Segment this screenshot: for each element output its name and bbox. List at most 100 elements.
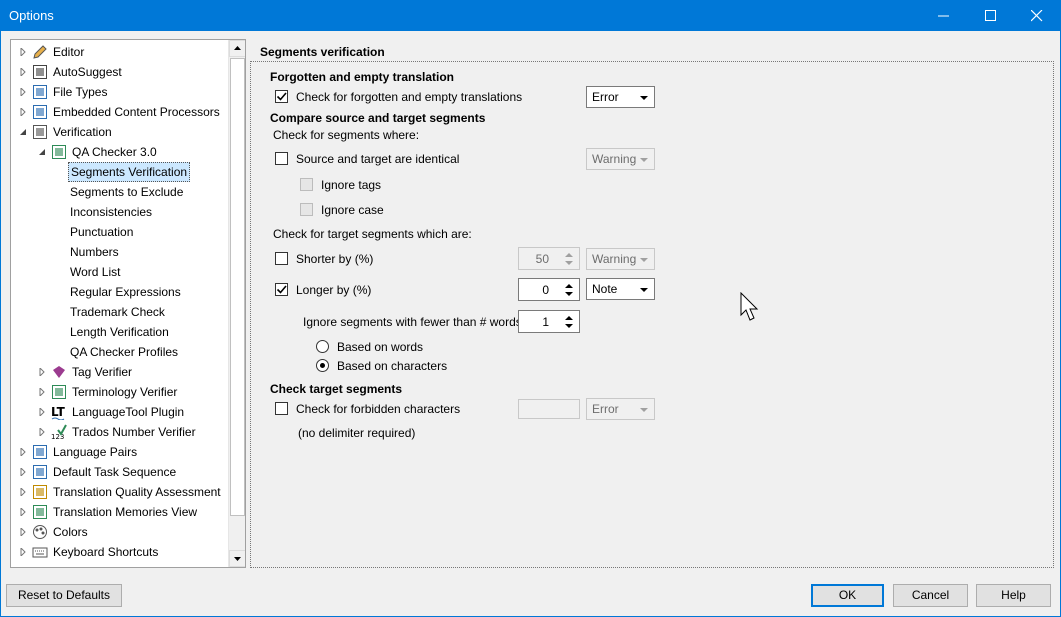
languagetool-icon: LT <box>51 405 66 420</box>
tree-item[interactable]: File Types <box>11 82 228 102</box>
forbidden-chars-input[interactable] <box>518 399 580 419</box>
autosuggest-icon <box>33 65 47 79</box>
chevron-right-icon[interactable] <box>20 88 28 96</box>
scroll-up-button[interactable] <box>229 40 245 57</box>
chevron-right-icon[interactable] <box>20 488 28 496</box>
arrow-up-icon <box>234 46 241 50</box>
tree-item-label: Embedded Content Processors <box>53 105 220 119</box>
tm-view-icon <box>33 505 47 519</box>
chevron-right-icon[interactable] <box>20 448 28 456</box>
forbidden-severity-select[interactable]: Error <box>586 398 655 420</box>
chevron-right-icon[interactable] <box>20 108 28 116</box>
tree-item[interactable]: AutoSuggest <box>11 62 228 82</box>
tree-item[interactable]: Segments Verification <box>11 162 228 182</box>
shorter-spinner[interactable]: 50 <box>518 247 580 270</box>
chevron-right-icon[interactable] <box>20 508 28 516</box>
maximize-button[interactable] <box>968 0 1014 31</box>
svg-text:123: 123 <box>51 433 64 440</box>
tree-item[interactable]: Length Verification <box>11 322 228 342</box>
verification-icon <box>33 125 47 139</box>
based-on-characters-radio[interactable] <box>316 359 329 372</box>
chevron-right-icon[interactable] <box>20 48 28 56</box>
tree-item[interactable]: QA Checker Profiles <box>11 342 228 362</box>
chevron-right-icon[interactable] <box>20 68 28 76</box>
chevron-down-icon[interactable] <box>39 148 47 156</box>
checkmark-icon <box>276 285 287 294</box>
chevron-right-icon[interactable] <box>20 528 28 536</box>
target-heading: Check target segments <box>270 382 403 396</box>
forgotten-severity-select[interactable]: Error <box>586 86 655 108</box>
tree-item[interactable]: Inconsistencies <box>11 202 228 222</box>
ignore-tags-label: Ignore tags <box>321 178 382 192</box>
spin-down-icon[interactable] <box>565 261 573 265</box>
tree-item[interactable]: Verification <box>11 122 228 142</box>
longer-spinner[interactable]: 0 <box>518 278 580 301</box>
longer-checkbox[interactable] <box>275 283 288 296</box>
tree-item-label: Keyboard Shortcuts <box>53 545 159 559</box>
scroll-thumb[interactable] <box>230 58 245 516</box>
target-intro: Check for target segments which are: <box>273 227 472 241</box>
tree-items: Editor AutoSuggest File Types Embedded Cont… <box>11 40 228 567</box>
spin-up-icon[interactable] <box>565 284 573 288</box>
tree-item-label: Colors <box>53 525 88 539</box>
based-on-words-radio[interactable] <box>316 340 329 353</box>
tree-item[interactable]: Word List <box>11 262 228 282</box>
identical-checkbox[interactable] <box>275 152 288 165</box>
longer-severity-select[interactable]: Note <box>586 278 655 300</box>
tree-item[interactable]: Colors <box>11 522 228 542</box>
tree-item-label: Segments Verification <box>68 162 191 182</box>
tree-item[interactable]: Regular Expressions <box>11 282 228 302</box>
tree-item[interactable]: Language Pairs <box>11 442 228 462</box>
tree-item-label: Regular Expressions <box>70 285 181 299</box>
spin-down-icon[interactable] <box>565 324 573 328</box>
tree-item[interactable]: Keyboard Shortcuts <box>11 542 228 562</box>
reset-defaults-button[interactable]: Reset to Defaults <box>6 584 122 607</box>
ignore-words-label: Ignore segments with fewer than # words: <box>303 315 526 329</box>
chevron-right-icon[interactable] <box>20 548 28 556</box>
title-bar: Options <box>0 0 1061 31</box>
forgotten-heading: Forgotten and empty translation <box>270 70 455 84</box>
help-button[interactable]: Help <box>976 584 1051 607</box>
tree-item[interactable]: Punctuation <box>11 222 228 242</box>
ok-button[interactable]: OK <box>811 584 884 607</box>
ignore-case-checkbox[interactable] <box>300 203 313 216</box>
spin-up-icon[interactable] <box>565 316 573 320</box>
tree-item-label: Trademark Check <box>70 305 165 319</box>
tree-item[interactable]: Trademark Check <box>11 302 228 322</box>
forbidden-checkbox[interactable] <box>275 402 288 415</box>
chevron-right-icon[interactable] <box>39 388 47 396</box>
chevron-right-icon[interactable] <box>20 468 28 476</box>
tree-item[interactable]: Terminology Verifier <box>11 382 228 402</box>
tree-item[interactable]: Translation Quality Assessment <box>11 482 228 502</box>
chevron-right-icon[interactable] <box>39 428 47 436</box>
tree-item[interactable]: 123 Trados Number Verifier <box>11 422 228 442</box>
scroll-down-button[interactable] <box>229 550 245 567</box>
ignore-tags-checkbox[interactable] <box>300 178 313 191</box>
minimize-button[interactable] <box>921 0 967 31</box>
tree-item[interactable]: QA Checker 3.0 <box>11 142 228 162</box>
identical-severity-select[interactable]: Warning <box>586 148 655 170</box>
tree-item-label: Editor <box>53 45 85 59</box>
shorter-checkbox[interactable] <box>275 252 288 265</box>
tree-item[interactable]: Tag Verifier <box>11 362 228 382</box>
tree-item[interactable]: Embedded Content Processors <box>11 102 228 122</box>
chevron-down-icon[interactable] <box>20 128 28 136</box>
ignore-words-spinner[interactable]: 1 <box>518 310 580 333</box>
forgotten-checkbox[interactable] <box>275 90 288 103</box>
options-tree[interactable]: Editor AutoSuggest File Types Embedded Cont… <box>10 39 246 568</box>
chevron-right-icon[interactable] <box>39 368 47 376</box>
tree-item[interactable]: Segments to Exclude <box>11 182 228 202</box>
tree-item[interactable]: Translation Memories View <box>11 502 228 522</box>
close-button[interactable] <box>1014 0 1060 31</box>
cancel-button[interactable]: Cancel <box>893 584 968 607</box>
forgotten-severity-value: Error <box>592 90 619 104</box>
tree-item[interactable]: Numbers <box>11 242 228 262</box>
shorter-severity-select[interactable]: Warning <box>586 248 655 270</box>
tree-item[interactable]: LT LanguageTool Plugin <box>11 402 228 422</box>
tree-item[interactable]: Editor <box>11 42 228 62</box>
tree-item[interactable]: Default Task Sequence <box>11 462 228 482</box>
chevron-right-icon[interactable] <box>39 408 47 416</box>
spin-down-icon[interactable] <box>565 292 573 296</box>
spin-up-icon[interactable] <box>565 253 573 257</box>
tree-scrollbar[interactable] <box>228 40 245 567</box>
